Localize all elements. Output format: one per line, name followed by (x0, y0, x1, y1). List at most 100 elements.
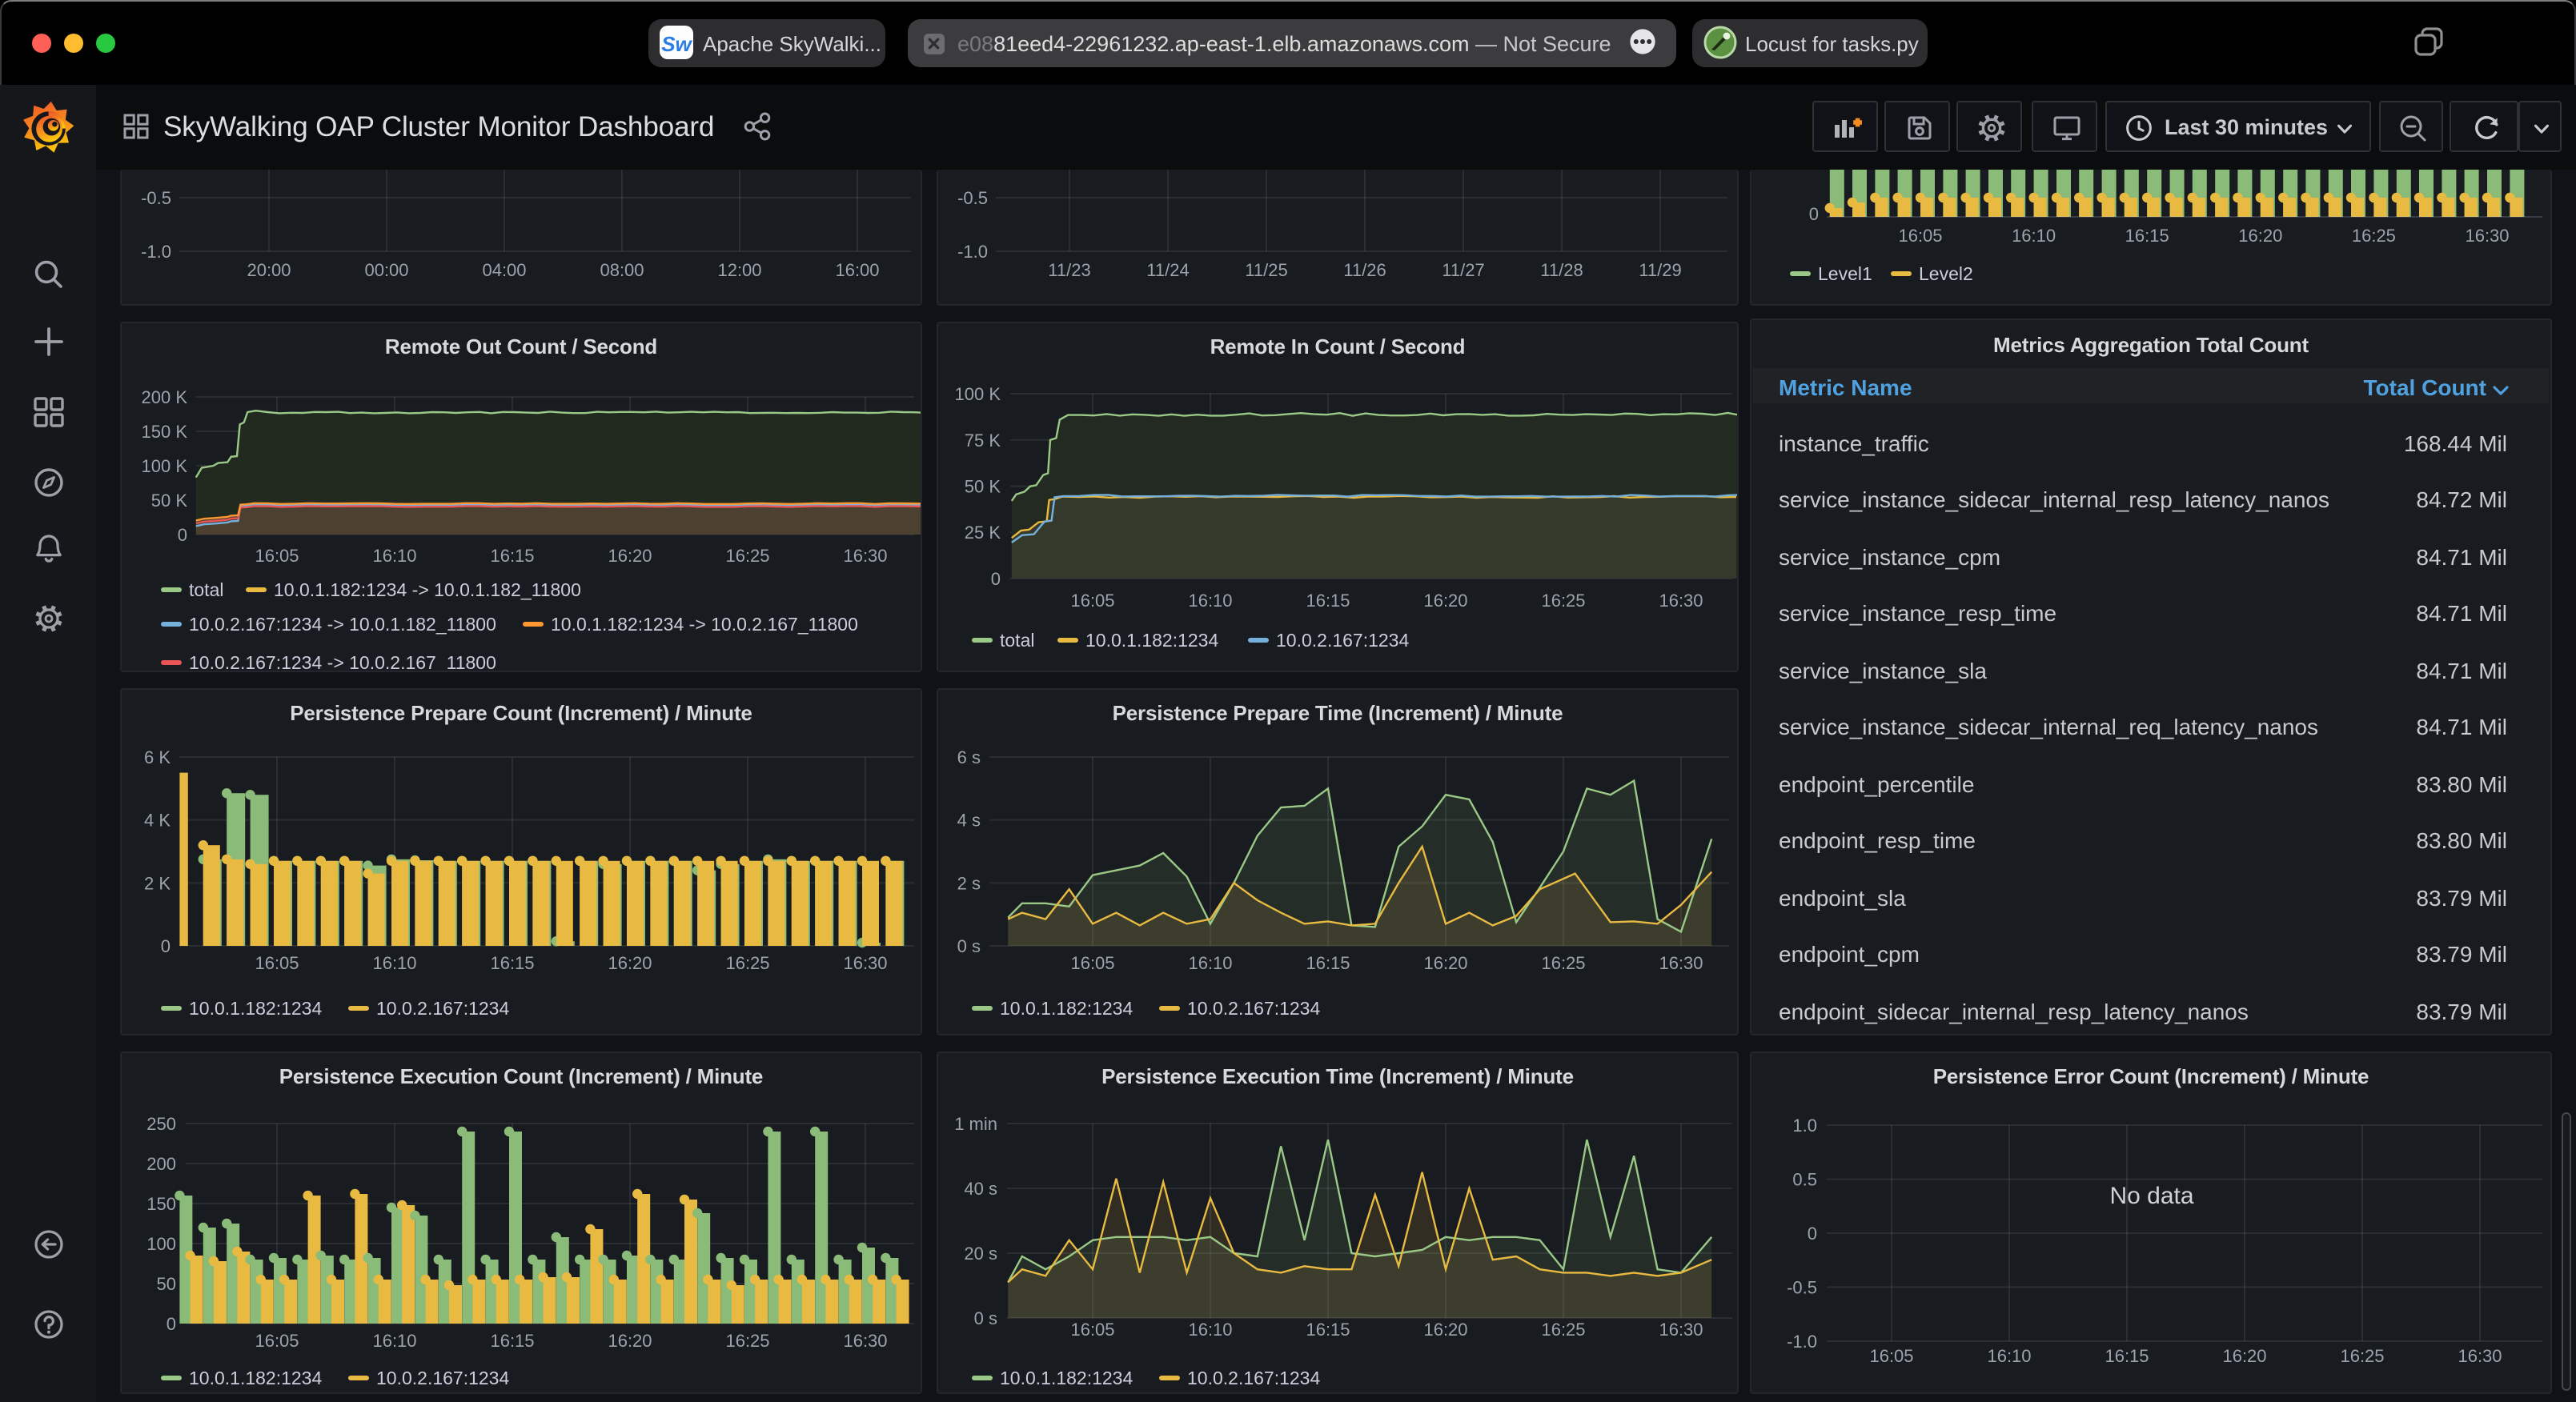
svg-text:0: 0 (1809, 204, 1819, 224)
svg-text:16:25: 16:25 (1541, 953, 1585, 973)
svg-text:16:15: 16:15 (2125, 226, 2169, 246)
svg-text:11/23: 11/23 (1048, 260, 1090, 280)
svg-text:25 K: 25 K (965, 523, 1001, 543)
svg-text:0: 0 (167, 1314, 176, 1334)
svg-text:0 s: 0 s (974, 1308, 997, 1328)
svg-text:10.0.1.182:1234: 10.0.1.182:1234 (189, 998, 322, 1019)
svg-text:16:25: 16:25 (1541, 1320, 1585, 1340)
svg-text:16:30: 16:30 (843, 546, 887, 566)
svg-text:16:20: 16:20 (2238, 226, 2282, 246)
svg-text:10.0.1.182:1234: 10.0.1.182:1234 (1085, 630, 1218, 651)
svg-text:150: 150 (146, 1194, 176, 1214)
svg-text:10.0.1.182:1234: 10.0.1.182:1234 (1000, 1368, 1133, 1388)
svg-text:-0.5: -0.5 (141, 188, 171, 208)
svg-text:16:05: 16:05 (1070, 953, 1114, 973)
svg-text:00:00: 00:00 (364, 260, 408, 280)
svg-text:16:00: 16:00 (835, 260, 879, 280)
svg-text:200 K: 200 K (142, 387, 188, 407)
svg-text:6 s: 6 s (957, 747, 981, 767)
svg-text:16:15: 16:15 (2105, 1346, 2149, 1366)
svg-text:No data: No data (2109, 1183, 2193, 1209)
svg-text:16:05: 16:05 (1869, 1346, 1913, 1366)
svg-text:11/24: 11/24 (1146, 260, 1189, 280)
svg-text:-0.5: -0.5 (1787, 1277, 1817, 1297)
svg-text:20 s: 20 s (964, 1244, 997, 1264)
svg-text:75 K: 75 K (965, 431, 1001, 451)
svg-text:16:30: 16:30 (2458, 1346, 2502, 1366)
svg-text:2 s: 2 s (957, 873, 981, 893)
svg-text:6 K: 6 K (144, 747, 171, 767)
svg-text:1 min: 1 min (954, 1114, 997, 1134)
svg-text:0.5: 0.5 (1792, 1170, 1817, 1190)
svg-text:16:20: 16:20 (1423, 591, 1467, 611)
svg-text:16:25: 16:25 (2352, 226, 2396, 246)
svg-text:Level2: Level2 (1919, 263, 1973, 284)
svg-text:100 K: 100 K (955, 384, 1001, 404)
svg-text:20:00: 20:00 (247, 260, 291, 280)
svg-text:16:30: 16:30 (1659, 591, 1703, 611)
svg-text:50 K: 50 K (965, 477, 1001, 497)
svg-text:10.0.1.182:1234 -> 10.0.1.182_: 10.0.1.182:1234 -> 10.0.1.182_11800 (274, 579, 581, 600)
svg-text:10.0.2.167:1234: 10.0.2.167:1234 (376, 1368, 509, 1388)
svg-text:150 K: 150 K (142, 422, 188, 442)
svg-text:0: 0 (178, 525, 187, 545)
svg-text:0: 0 (991, 569, 1001, 589)
svg-text:16:25: 16:25 (725, 953, 769, 973)
svg-text:16:20: 16:20 (1423, 953, 1467, 973)
svg-text:100: 100 (146, 1234, 176, 1254)
svg-text:16:15: 16:15 (490, 953, 534, 973)
svg-text:2 K: 2 K (144, 873, 171, 893)
svg-text:0 s: 0 s (957, 936, 981, 956)
svg-text:16:05: 16:05 (1070, 1320, 1114, 1340)
svg-text:16:10: 16:10 (372, 546, 416, 566)
svg-text:16:20: 16:20 (1423, 1320, 1467, 1340)
svg-text:16:05: 16:05 (255, 1331, 299, 1351)
svg-text:16:30: 16:30 (843, 953, 887, 973)
svg-text:100 K: 100 K (142, 456, 188, 476)
svg-text:16:30: 16:30 (1659, 1320, 1703, 1340)
svg-text:10.0.1.182:1234: 10.0.1.182:1234 (1000, 998, 1133, 1019)
svg-text:16:20: 16:20 (608, 546, 652, 566)
svg-text:16:20: 16:20 (2222, 1346, 2266, 1366)
svg-text:16:10: 16:10 (1188, 953, 1232, 973)
svg-text:0: 0 (161, 936, 171, 956)
svg-text:0: 0 (1808, 1224, 1817, 1244)
svg-text:10.0.2.167:1234: 10.0.2.167:1234 (1187, 1368, 1320, 1388)
svg-text:50 K: 50 K (151, 491, 188, 511)
svg-text:16:15: 16:15 (1306, 591, 1350, 611)
svg-text:16:10: 16:10 (1188, 1320, 1232, 1340)
svg-text:-1.0: -1.0 (957, 242, 988, 262)
svg-text:11/28: 11/28 (1540, 260, 1583, 280)
svg-text:4 K: 4 K (144, 811, 171, 831)
svg-text:16:25: 16:25 (2340, 1346, 2384, 1366)
svg-text:total: total (189, 579, 223, 600)
svg-text:10.0.2.167:1234 -> 10.0.2.167_: 10.0.2.167:1234 -> 10.0.2.167_11800 (189, 652, 496, 672)
svg-text:16:20: 16:20 (608, 953, 652, 973)
svg-text:10.0.2.167:1234 -> 10.0.1.182_: 10.0.2.167:1234 -> 10.0.1.182_11800 (189, 614, 496, 635)
svg-text:16:15: 16:15 (490, 1331, 534, 1351)
svg-text:08:00: 08:00 (600, 260, 644, 280)
svg-text:16:30: 16:30 (2465, 226, 2509, 246)
svg-text:16:10: 16:10 (372, 953, 416, 973)
svg-text:4 s: 4 s (957, 811, 981, 831)
svg-text:16:05: 16:05 (1898, 226, 1942, 246)
svg-text:16:30: 16:30 (843, 1331, 887, 1351)
svg-text:16:30: 16:30 (1659, 953, 1703, 973)
svg-text:1.0: 1.0 (1792, 1116, 1817, 1136)
svg-text:04:00: 04:00 (482, 260, 526, 280)
svg-text:12:00: 12:00 (717, 260, 761, 280)
svg-text:16:15: 16:15 (1306, 953, 1350, 973)
svg-text:11/26: 11/26 (1343, 260, 1386, 280)
svg-text:40 s: 40 s (964, 1179, 997, 1199)
svg-text:250: 250 (146, 1114, 176, 1134)
svg-text:16:15: 16:15 (490, 546, 534, 566)
svg-text:11/29: 11/29 (1639, 260, 1681, 280)
svg-text:-0.5: -0.5 (957, 188, 988, 208)
svg-text:16:10: 16:10 (2012, 226, 2056, 246)
svg-text:10.0.2.167:1234: 10.0.2.167:1234 (1276, 630, 1409, 651)
svg-text:10.0.1.182:1234: 10.0.1.182:1234 (189, 1368, 322, 1388)
svg-text:10.0.2.167:1234: 10.0.2.167:1234 (376, 998, 509, 1019)
svg-text:11/25: 11/25 (1245, 260, 1287, 280)
svg-text:16:15: 16:15 (1306, 1320, 1350, 1340)
svg-text:16:10: 16:10 (1188, 591, 1232, 611)
